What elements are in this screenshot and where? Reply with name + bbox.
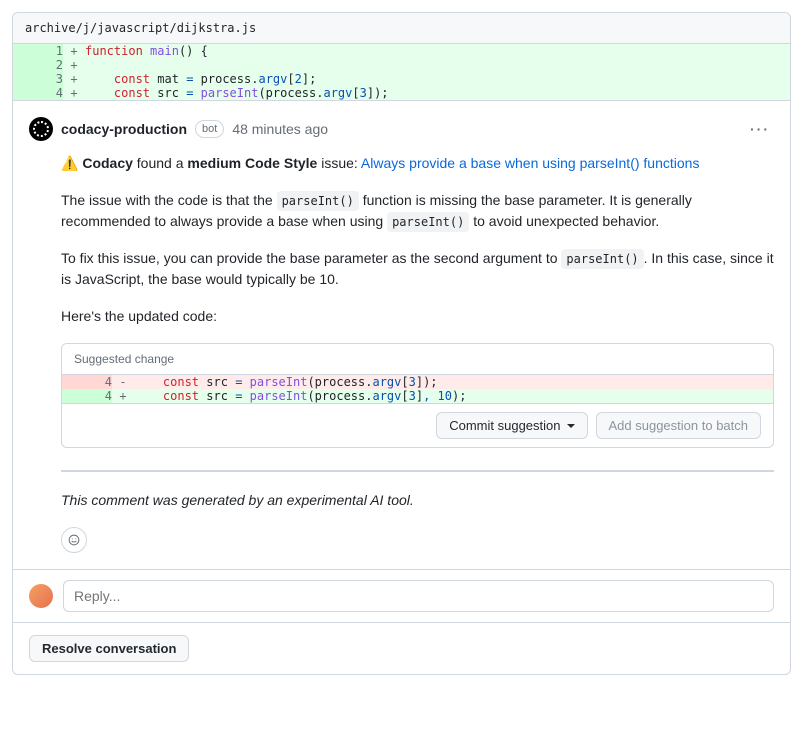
comment-author[interactable]: codacy-production [61, 121, 187, 137]
code-line: 4+ const src = parseInt(process.argv[3],… [62, 389, 773, 403]
inline-code: parseInt() [277, 191, 359, 211]
commit-suggestion-button[interactable]: Commit suggestion [436, 412, 587, 439]
code-line: 2+ [13, 58, 790, 72]
chevron-down-icon [567, 424, 575, 428]
add-to-batch-button[interactable]: Add suggestion to batch [596, 412, 762, 439]
suggestion-diff: 4- const src = parseInt(process.argv[3])… [62, 375, 773, 403]
review-thread: archive/j/javascript/dijkstra.js 1+funct… [12, 12, 791, 675]
code-line: 3+ const mat = process.argv[2]; [13, 72, 790, 86]
explanation-p1: The issue with the code is that the pars… [61, 190, 774, 232]
inline-code: parseInt() [561, 249, 643, 269]
code-line: 4- const src = parseInt(process.argv[3])… [62, 375, 773, 389]
bot-badge: bot [195, 120, 224, 138]
smiley-icon [68, 532, 80, 548]
comment-header: codacy-production bot 48 minutes ago ··· [29, 117, 774, 141]
warning-icon: ⚠️ [61, 155, 78, 171]
inline-code: parseInt() [387, 212, 469, 232]
kebab-menu-icon[interactable]: ··· [746, 117, 774, 141]
ai-disclaimer: This comment was generated by an experim… [61, 490, 774, 511]
reply-row [13, 569, 790, 622]
comment: codacy-production bot 48 minutes ago ···… [13, 100, 790, 569]
resolve-row: Resolve conversation [13, 622, 790, 674]
reply-input[interactable] [63, 580, 774, 612]
diff-block: 1+function main() {2+3+ const mat = proc… [13, 44, 790, 100]
avatar[interactable] [29, 117, 53, 141]
separator [61, 470, 774, 472]
comment-timestamp[interactable]: 48 minutes ago [232, 121, 328, 137]
suggestion-box: Suggested change 4- const src = parseInt… [61, 343, 774, 448]
explanation-p2: To fix this issue, you can provide the b… [61, 248, 774, 290]
file-path[interactable]: archive/j/javascript/dijkstra.js [13, 13, 790, 44]
code-line: 1+function main() { [13, 44, 790, 58]
explanation-p3: Here's the updated code: [61, 306, 774, 327]
issue-summary: ⚠️ Codacy found a medium Code Style issu… [61, 153, 774, 174]
add-reaction-button[interactable] [61, 527, 87, 553]
suggestion-label: Suggested change [62, 344, 773, 375]
resolve-conversation-button[interactable]: Resolve conversation [29, 635, 189, 662]
user-avatar[interactable] [29, 584, 53, 608]
issue-link[interactable]: Always provide a base when using parseIn… [361, 155, 700, 171]
code-line: 4+ const src = parseInt(process.argv[3])… [13, 86, 790, 100]
comment-body: ⚠️ Codacy found a medium Code Style issu… [61, 153, 774, 553]
